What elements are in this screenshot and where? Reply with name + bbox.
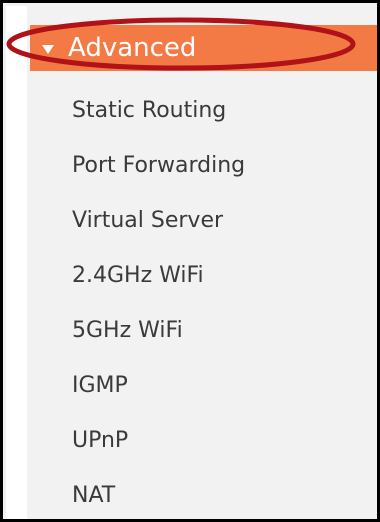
expand-arrow-icon [42, 44, 54, 54]
menu-item-5ghz-wifi[interactable]: 5GHz WiFi [30, 303, 377, 358]
menu-item-static-routing[interactable]: Static Routing [30, 83, 377, 138]
menu-item-port-forwarding[interactable]: Port Forwarding [30, 138, 377, 193]
advanced-submenu: Static Routing Port Forwarding Virtual S… [30, 83, 377, 519]
advanced-section-header[interactable]: Advanced [30, 25, 377, 71]
menu-item-igmp[interactable]: IGMP [30, 358, 377, 413]
advanced-section-title: Advanced [68, 33, 197, 63]
menu-item-virtual-server[interactable]: Virtual Server [30, 193, 377, 248]
panel-margin [6, 6, 27, 519]
menu-item-upnp[interactable]: UPnP [30, 413, 377, 468]
menu-item-2-4ghz-wifi[interactable]: 2.4GHz WiFi [30, 248, 377, 303]
menu-item-nat[interactable]: NAT [30, 468, 377, 519]
advanced-menu-panel: Advanced Static Routing Port Forwarding … [0, 0, 380, 522]
